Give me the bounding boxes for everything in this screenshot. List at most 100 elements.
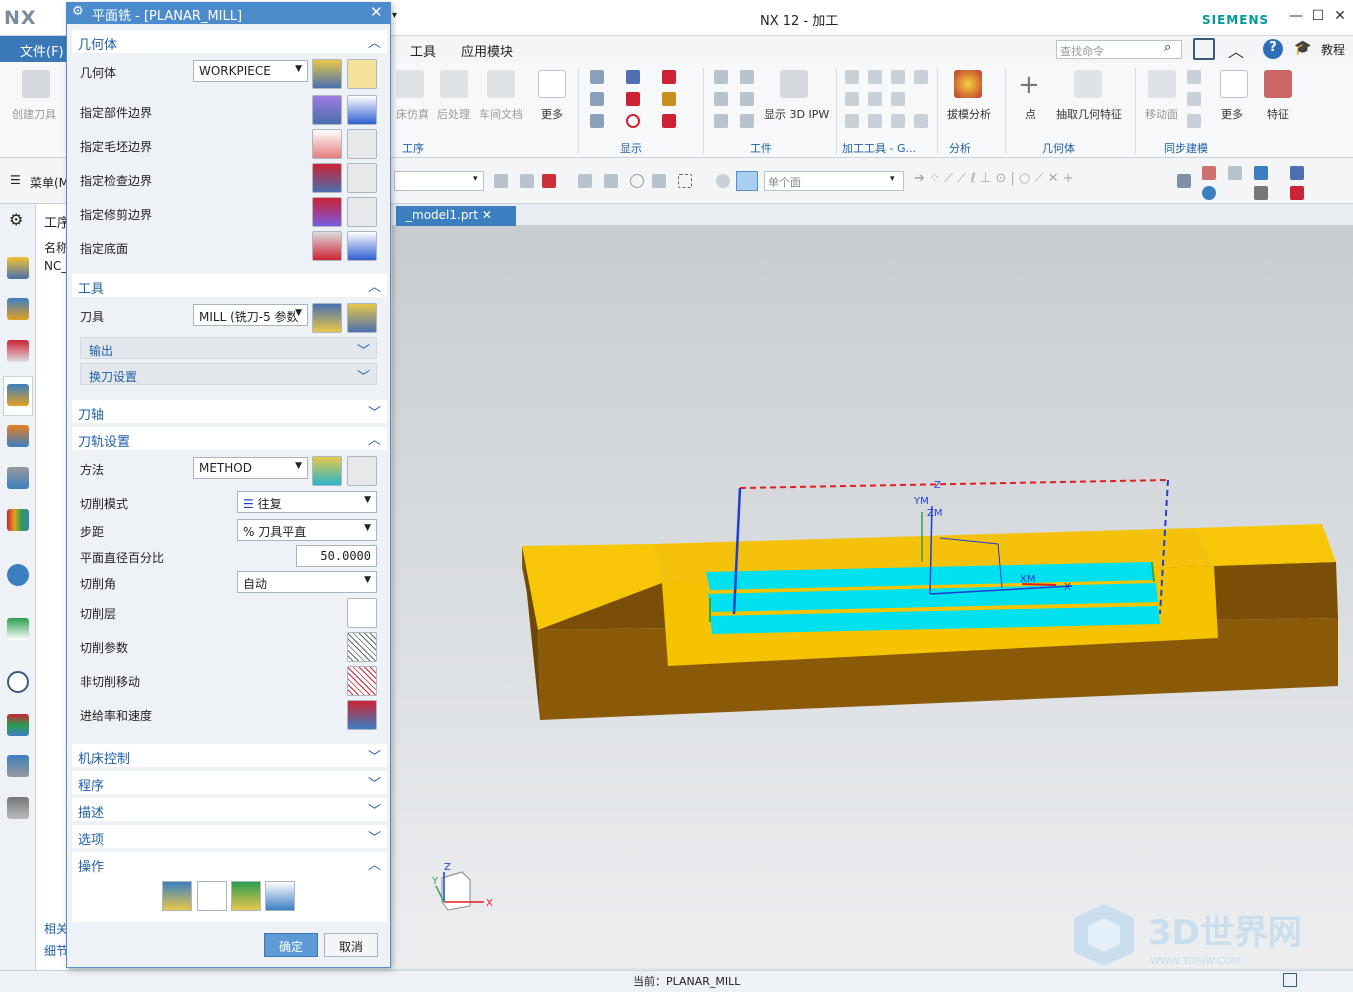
part-boundary-button[interactable]: [312, 95, 342, 125]
face-rule-select[interactable]: 单个面: [764, 171, 904, 191]
filter-icon-2[interactable]: [520, 174, 534, 188]
section-options[interactable]: 选项 ﹀: [72, 825, 387, 848]
new-method-button[interactable]: [312, 456, 342, 486]
floor-flashlight-icon[interactable]: [347, 231, 377, 261]
machining-tool-icon-4[interactable]: [914, 70, 928, 84]
feature-icon[interactable]: [1264, 70, 1292, 98]
filter-icon-7[interactable]: [652, 174, 666, 188]
fit-view-icon[interactable]: [1283, 973, 1297, 987]
move-face-icon[interactable]: [1148, 70, 1176, 98]
machining-tool-icon-7[interactable]: [891, 92, 905, 106]
new-geometry-button[interactable]: [312, 59, 342, 89]
machining-tool-icon-9[interactable]: [868, 114, 882, 128]
view-icon-5[interactable]: [1254, 186, 1268, 200]
section-path-settings[interactable]: 刀轨设置 ︿: [72, 427, 387, 450]
group-display[interactable]: 显示: [620, 140, 642, 156]
cut-params-button[interactable]: [347, 632, 377, 662]
part-model-view[interactable]: Z YM ZM XM X X Z Y: [392, 226, 1353, 968]
dialog-close-button[interactable]: ✕: [370, 3, 383, 21]
view-icon-6[interactable]: [1290, 166, 1304, 180]
gear-icon[interactable]: ⚙: [72, 4, 84, 19]
group-sync-modeling[interactable]: 同步建模: [1164, 140, 1208, 156]
close-icon[interactable]: ✕: [482, 208, 492, 222]
cut-pattern-select[interactable]: ☰ 往复 ▼: [237, 491, 377, 513]
machining-tool-icon-8[interactable]: [845, 114, 859, 128]
quick-access-dropdown-icon[interactable]: ▾: [392, 10, 397, 21]
shop-doc-label[interactable]: 车间文档: [479, 106, 523, 122]
floor-button[interactable]: [312, 231, 342, 261]
workpiece-icon-2[interactable]: [714, 92, 728, 106]
toolpath-icon-3[interactable]: [626, 114, 640, 128]
move-face-label[interactable]: 移动面: [1145, 106, 1178, 122]
blank-boundary-button[interactable]: [312, 129, 342, 159]
display-icon-6[interactable]: [662, 114, 676, 128]
select-box-icon[interactable]: [678, 174, 692, 188]
operation-navigator-icon[interactable]: [7, 384, 29, 406]
part-navigator-icon[interactable]: [7, 257, 29, 279]
feature-label[interactable]: 特征: [1267, 106, 1289, 122]
output-subsection[interactable]: 输出 ﹀: [80, 337, 377, 359]
ok-button[interactable]: 确定: [264, 933, 318, 957]
display-icon-1[interactable]: [590, 70, 604, 84]
filter-icon-1[interactable]: [494, 174, 508, 188]
tutorial-icon[interactable]: 🎓: [1294, 40, 1311, 56]
filter-icon-4[interactable]: [578, 174, 592, 188]
check-boundary-button[interactable]: [312, 163, 342, 193]
section-actions[interactable]: 操作 ︿: [72, 852, 387, 922]
group-analysis[interactable]: 分析: [949, 140, 971, 156]
snap-icons[interactable]: ➔ ⁘ ⟋ ⟋ ℓ ⊥ ⊙ | ○ ⟋ ✕ +: [914, 171, 1074, 186]
draft-analysis-label[interactable]: 拔模分析: [947, 106, 991, 122]
workpiece-icon-3[interactable]: [714, 114, 728, 128]
shop-doc-icon[interactable]: [487, 70, 515, 98]
non-cut-moves-button[interactable]: [347, 666, 377, 696]
sync-icon-3[interactable]: [1187, 114, 1201, 128]
method-select[interactable]: METHOD ▼: [193, 457, 308, 479]
ribbon-collapse-icon[interactable]: ︿: [1228, 38, 1244, 62]
toolpath-icon-1[interactable]: [626, 70, 640, 84]
display-icon-4[interactable]: [662, 70, 676, 84]
show-ipw-icon[interactable]: [780, 70, 808, 98]
nc-program-root[interactable]: NC_: [44, 259, 67, 273]
more-operations-icon[interactable]: [538, 70, 566, 98]
tool-change-subsection[interactable]: 换刀设置 ﹀: [80, 363, 377, 385]
palette-icon[interactable]: [7, 714, 29, 736]
section-geometry[interactable]: 几何体 ︿: [72, 30, 387, 53]
trim-boundary-button[interactable]: [312, 197, 342, 227]
cancel-button[interactable]: 取消: [324, 933, 378, 957]
extract-geometry-label[interactable]: 抽取几何特征: [1056, 106, 1122, 122]
view-icon-1[interactable]: [1177, 174, 1191, 188]
reuse-library-icon[interactable]: [7, 509, 29, 531]
stepover-select[interactable]: % 刀具平直 ▼: [237, 519, 377, 541]
blank-boundary-flashlight-icon[interactable]: [347, 129, 377, 159]
group-operations[interactable]: 工序: [402, 140, 424, 156]
section-description[interactable]: 描述 ﹀: [72, 798, 387, 821]
machining-tool-icon-10[interactable]: [891, 114, 905, 128]
dependencies-panel[interactable]: 相关: [44, 920, 68, 937]
replay-button[interactable]: [197, 881, 227, 911]
help-icon[interactable]: ?: [1263, 39, 1283, 59]
cut-levels-button[interactable]: [347, 598, 377, 628]
display-icon-2[interactable]: [590, 92, 604, 106]
group-machining-tools[interactable]: 加工工具 - G...: [842, 140, 916, 156]
filter-icon-6[interactable]: [630, 174, 644, 188]
dialog-title[interactable]: 平面铣 - [PLANAR_MILL]: [66, 2, 391, 24]
edit-geometry-button[interactable]: [347, 59, 377, 89]
menu-applications[interactable]: 应用模块: [461, 41, 513, 60]
document-tab[interactable]: _model1.prt ✕: [396, 206, 516, 226]
library-navigator-icon[interactable]: [7, 467, 29, 489]
extract-geometry-icon[interactable]: [1074, 70, 1102, 98]
roles-icon[interactable]: [7, 797, 29, 819]
workpiece-icon-4[interactable]: [740, 70, 754, 84]
gear-icon[interactable]: ⚙: [9, 210, 23, 229]
point-icon[interactable]: +: [1018, 70, 1040, 100]
machining-tool-icon-3[interactable]: [891, 70, 905, 84]
chevron-down-icon[interactable]: ▾: [890, 174, 895, 184]
machine-sim-icon[interactable]: [396, 70, 424, 98]
machining-tool-icon-6[interactable]: [868, 92, 882, 106]
machining-tool-icon-11[interactable]: [914, 114, 928, 128]
check-boundary-flashlight-icon[interactable]: [347, 163, 377, 193]
group-workpiece[interactable]: 工件: [750, 140, 772, 156]
display-icon-5[interactable]: [662, 92, 676, 106]
trim-boundary-flashlight-icon[interactable]: [347, 197, 377, 227]
new-tool-button[interactable]: [312, 303, 342, 333]
